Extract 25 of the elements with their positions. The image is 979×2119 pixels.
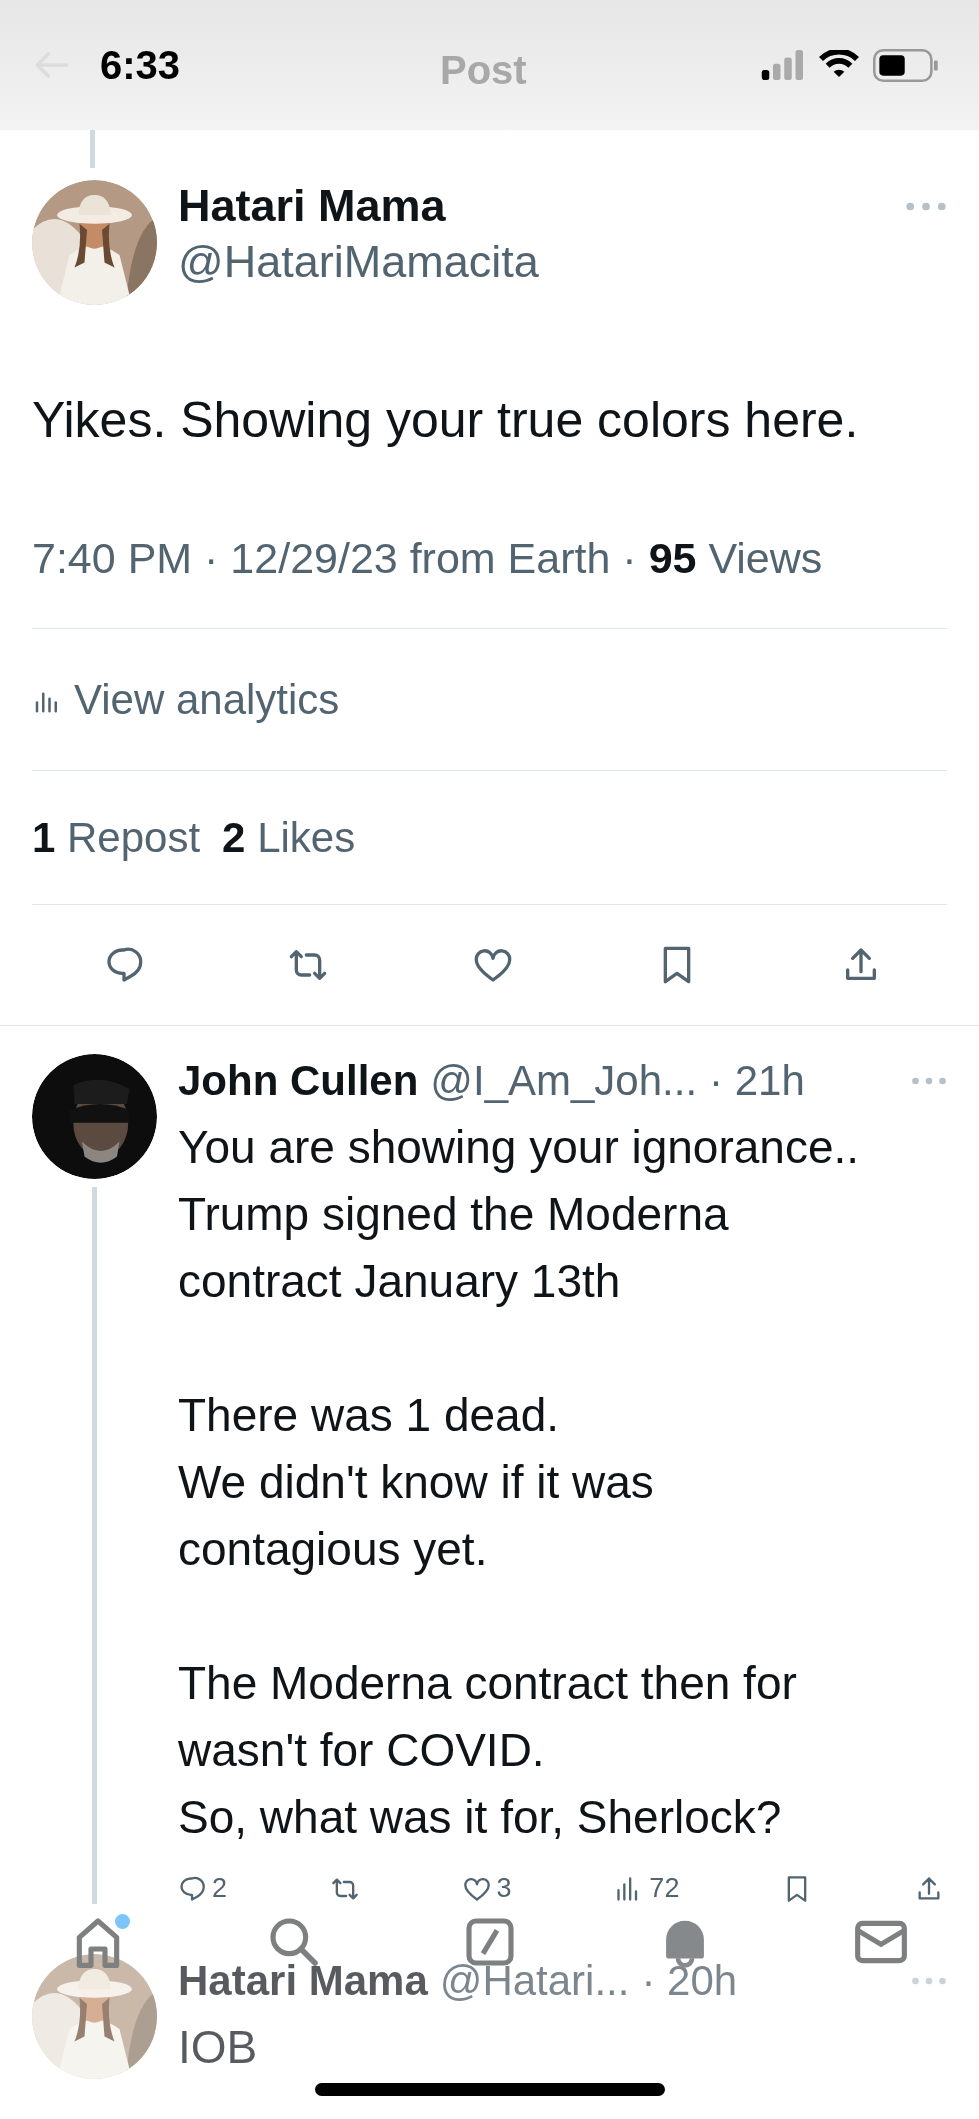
post-age: · 21h <box>709 1056 805 1106</box>
stat-count[interactable]: 1 Repost <box>32 813 201 862</box>
author-handle[interactable]: @HatariMamacita <box>178 234 539 290</box>
reply-button[interactable]: 2 <box>178 1873 228 1904</box>
post-text: Yikes. Showing your true colors here. <box>32 391 860 450</box>
reply-text: IOB <box>178 2020 258 2075</box>
post-meta: 7:40 PM · 12/29/23 from Earth · 95 Views <box>32 533 824 584</box>
reply-text: You are showing your ignorance.. Trump signed the Moderna contract January 13th There was 1 dead. We didn't know if it was contagious yet. The Moderna contract then for wasn't for COVID. So, what was it for, Sherlock? <box>178 1120 861 1845</box>
post-age: · 20h <box>641 1956 738 2006</box>
status-time: 6:33 <box>100 42 181 88</box>
author-handle[interactable]: @I_Am_Joh... <box>430 1054 698 1108</box>
author-handle[interactable]: @Hatari... <box>439 1954 630 2008</box>
stat-count[interactable]: 2 Likes <box>222 813 356 862</box>
comment-icon <box>104 945 144 985</box>
author-name[interactable]: Hatari Mama <box>178 178 539 234</box>
views-button[interactable]: 72 <box>615 1873 680 1904</box>
analytics-link[interactable]: View analytics <box>74 675 340 724</box>
signal-icon <box>761 50 805 80</box>
notification-dot <box>115 1914 130 1929</box>
battery-icon <box>873 48 939 82</box>
author-name[interactable]: Hatari Mama <box>178 1954 428 2008</box>
comment-icon <box>178 1874 206 1903</box>
author-name[interactable]: John Cullen <box>178 1054 419 1108</box>
page-title: Post <box>440 48 527 93</box>
like-button[interactable]: 3 <box>462 1873 512 1904</box>
